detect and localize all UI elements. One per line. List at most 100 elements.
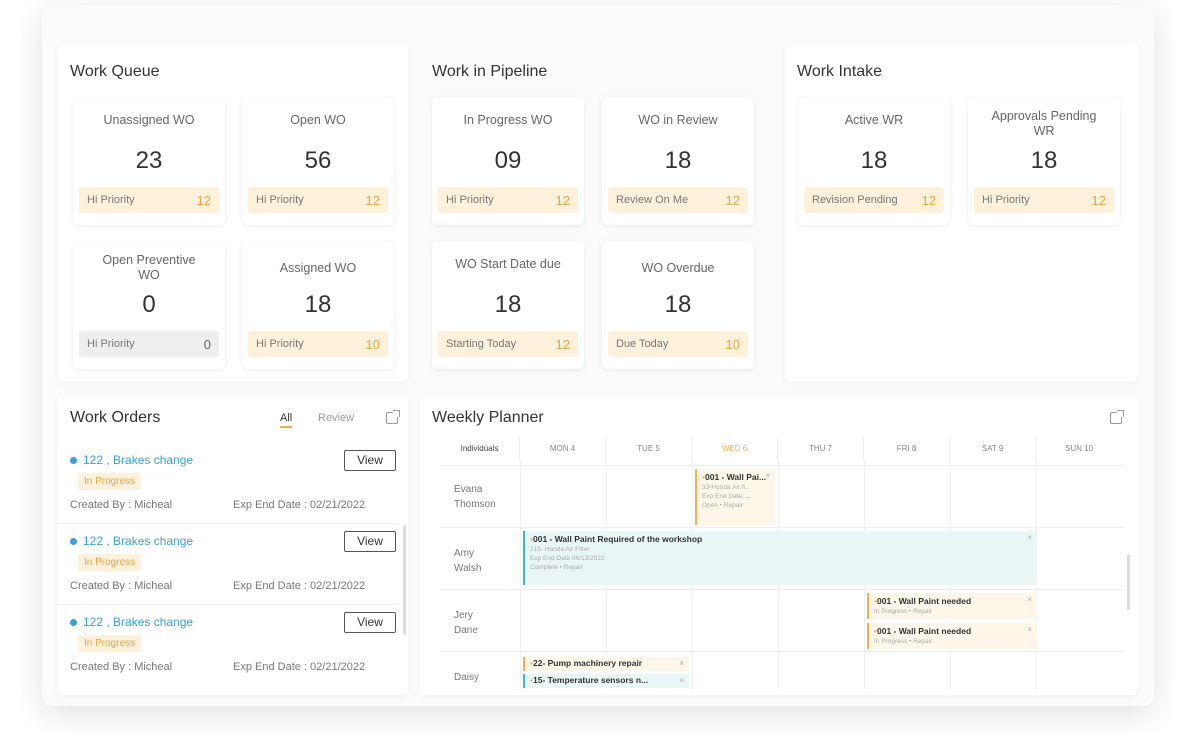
footer-count: 12 (555, 336, 570, 352)
divider (58, 523, 398, 524)
event-title: 001 - Wall Paint needed (876, 596, 972, 606)
event-sub: 215- Honda Air Filter (530, 546, 590, 553)
panel-title: Work Queue (70, 63, 160, 80)
card-footer[interactable]: Hi Priority 12 (438, 187, 578, 213)
close-icon[interactable]: × (1027, 533, 1032, 542)
card-value: 18 (664, 291, 692, 318)
footer-count: 0 (203, 336, 211, 352)
row-name: Jery Dane (454, 610, 478, 636)
wo-title-link[interactable]: 122 , Brakes change (70, 615, 193, 629)
created-by: Created By : Micheal (70, 661, 173, 673)
event-title: 15- Temperature sensors n... (532, 675, 649, 685)
view-button[interactable]: View (344, 450, 396, 471)
card-value: 18 (664, 147, 692, 174)
view-button[interactable]: View (344, 612, 396, 633)
footer-label: Hi Priority (256, 338, 304, 350)
event-meta: Exp End Date 06/13/2022 (530, 555, 605, 562)
planner-event[interactable]: × •15- Temperature sensors n... (523, 674, 689, 688)
close-icon[interactable]: × (1027, 595, 1032, 604)
card-footer[interactable]: Due Today 10 (608, 331, 748, 357)
footer-count: 12 (365, 192, 380, 208)
status-badge: In Progress (78, 635, 142, 652)
close-icon[interactable]: × (679, 659, 684, 668)
wo-title-link[interactable]: 122 , Brakes change (70, 534, 193, 548)
card-active-wr[interactable]: Active WR 18 Revision Pending 12 (798, 97, 950, 225)
footer-label: Due Today (616, 338, 669, 350)
planner-event[interactable]: × •001 - Wall Paint needed In Progress • R… (867, 593, 1037, 619)
card-label: In Progress WO (463, 113, 553, 127)
column-header: THU 7 (778, 437, 864, 461)
card-label: Assigned WO (279, 261, 357, 275)
external-link-icon[interactable] (1110, 410, 1124, 424)
list-item[interactable]: 122 , Brakes change In Progress Created By… (70, 450, 400, 533)
tab-review[interactable]: Review (318, 412, 354, 424)
panel-title: Work in Pipeline (432, 63, 548, 80)
footer-label: Hi Priority (256, 194, 304, 206)
card-footer[interactable]: Hi Priority 12 (79, 187, 219, 213)
scrollbar[interactable] (403, 525, 406, 635)
card-footer[interactable]: Hi Priority 12 (248, 187, 388, 213)
card-value: 18 (494, 291, 522, 318)
card-wo-in-review[interactable]: WO in Review 18 Review On Me 12 (602, 97, 754, 225)
card-label: Unassigned WO (103, 113, 195, 127)
tab-all[interactable]: All (280, 412, 293, 428)
end-date: Exp End Date : 02/21/2022 (233, 661, 366, 673)
footer-label: Starting Today (446, 338, 517, 350)
card-footer[interactable]: Hi Priority 12 (974, 187, 1114, 213)
card-footer[interactable]: Hi Priority 10 (248, 331, 388, 357)
wo-title-link[interactable]: 122 , Brakes change (70, 453, 193, 467)
footer-label: Review On Me (616, 194, 689, 206)
close-icon[interactable]: × (1027, 625, 1032, 634)
column-header: Individuals (440, 437, 520, 461)
close-icon[interactable]: × (679, 676, 684, 685)
planner-event[interactable]: × •001 - Wall Paint needed In Progress • R… (867, 623, 1037, 649)
card-assigned-wo[interactable]: Assigned WO 18 Hi Priority 10 (242, 241, 394, 369)
card-footer[interactable]: Starting Today 12 (438, 331, 578, 357)
status-badge: In Progress (78, 473, 142, 490)
card-value: 18 (860, 147, 888, 174)
external-link-icon[interactable] (386, 410, 400, 424)
planner-event[interactable]: × •22- Pump machinery repair (523, 657, 689, 671)
status-badge: In Progress (78, 554, 142, 571)
event-tags: Open • Repair (702, 502, 743, 509)
card-label: WO in Review (638, 113, 718, 127)
card-value: 18 (1030, 147, 1058, 174)
created-by: Created By : Micheal (70, 499, 173, 511)
card-wo-start-date-due[interactable]: WO Start Date due 18 Starting Today 12 (432, 241, 584, 369)
card-value: 23 (135, 147, 163, 174)
card-unassigned-wo[interactable]: Unassigned WO 23 Hi Priority 12 (73, 97, 225, 225)
end-date: Exp End Date : 02/21/2022 (233, 580, 366, 592)
card-footer[interactable]: Hi Priority 0 (79, 331, 219, 357)
view-button[interactable]: View (344, 531, 396, 552)
card-footer[interactable]: Review On Me 12 (608, 187, 748, 213)
card-wo-overdue[interactable]: WO Overdue 18 Due Today 10 (602, 241, 754, 369)
event-meta: Exp End Date: ... (702, 493, 752, 500)
planner-event[interactable]: × •001 - Wall Paint Required of the works… (523, 531, 1037, 585)
panel-title: Work Intake (797, 63, 883, 80)
column-header: MON 4 (520, 437, 606, 461)
card-label: Approvals Pending WR (991, 109, 1097, 138)
row-name: Evana Thomson (454, 484, 496, 510)
event-tags: In Progress • Repair (874, 608, 933, 615)
card-approvals-pending-wr[interactable]: Approvals Pending WR 18 Hi Priority 12 (968, 97, 1120, 225)
card-open-wo[interactable]: Open WO 56 Hi Priority 12 (242, 97, 394, 225)
divider (58, 604, 398, 605)
card-value: 56 (304, 147, 332, 174)
card-value: 18 (304, 291, 332, 318)
scrollbar[interactable] (1127, 555, 1130, 610)
card-value: 09 (494, 147, 522, 174)
footer-count: 10 (365, 336, 380, 352)
column-header: SAT 9 (950, 437, 1036, 461)
card-footer[interactable]: Revision Pending 12 (804, 187, 944, 213)
card-label: WO Overdue (641, 261, 715, 275)
close-icon[interactable]: × (765, 471, 770, 480)
column-header: SUN 10 (1064, 444, 1093, 453)
list-item[interactable]: 122 , Brakes change In Progress Created By… (70, 531, 400, 614)
planner-event[interactable]: × •001 - Wall Pai... 33-Honda Air fi... Exp… (695, 469, 775, 525)
footer-count: 12 (196, 192, 211, 208)
list-item[interactable]: 122 , Brakes change In Progress Created By… (70, 612, 400, 695)
card-in-progress-wo[interactable]: In Progress WO 09 Hi Priority 12 (432, 97, 584, 225)
column-header: TUE 5 (606, 437, 692, 461)
card-open-preventive-wo[interactable]: Open Preventive WO 0 Hi Priority 0 (73, 241, 225, 369)
footer-count: 10 (725, 336, 740, 352)
